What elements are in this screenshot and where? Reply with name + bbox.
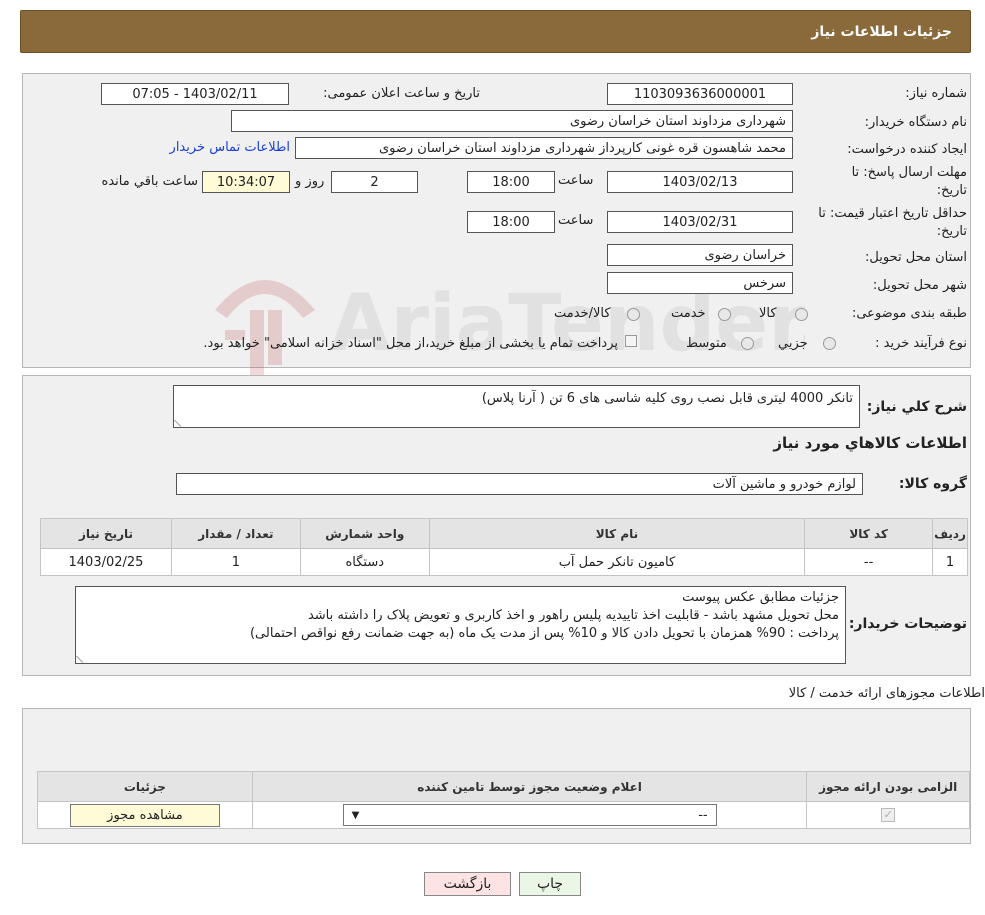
validity-date-field: 1403/02/31 <box>607 211 793 233</box>
validity-label-date: تاریخ: <box>936 224 967 239</box>
category-label: طبقه بندی موضوعی: <box>851 306 967 321</box>
cell-name: کامیون تانکر حمل آب <box>428 548 806 576</box>
buyer-notes-line-1: جزئیات مطابق عکس پیوست <box>682 590 839 605</box>
process-label: نوع فرآیند خرید : <box>875 336 967 351</box>
buyer-notes-line-2: محل تحویل مشهد باشد - قابلیت اخذ تاییدیه… <box>307 608 839 623</box>
permits-table-header: الزامی بودن ارائه مجوز اعلام وضعیت مجوز … <box>37 771 970 802</box>
resize-grip-icon <box>174 414 187 427</box>
col-permit-details: جزئیات <box>37 771 253 802</box>
chevron-down-icon: ▼ <box>351 809 360 821</box>
category-radio-goods[interactable] <box>795 308 808 321</box>
buyer-org-label: نام دستگاه خریدار: <box>864 115 967 130</box>
col-row: ردیف <box>932 518 968 549</box>
buyer-notes-label: توضیحات خریدار: <box>848 616 967 632</box>
col-name: نام کالا <box>428 518 806 549</box>
category-radio-goods-service[interactable] <box>627 308 640 321</box>
cell-permit-required: ✓ <box>806 801 970 829</box>
treasury-checkbox[interactable] <box>625 335 637 347</box>
cell-code: -- <box>804 548 934 576</box>
col-permit-status: اعلام وضعیت مجوز توسط تامین کننده <box>251 771 808 802</box>
summary-text: تانکر 4000 لیتری قابل نصب روی کلیه شاسی … <box>481 391 853 406</box>
process-note: پرداخت تمام یا بخشی از مبلغ خرید،از محل … <box>203 336 618 351</box>
category-option-goods: کالا <box>759 306 777 321</box>
goods-table: ردیف کد کالا نام کالا واحد شمارش تعداد /… <box>40 518 968 576</box>
col-code: کد کالا <box>804 518 934 549</box>
time-remaining-field: 10:34:07 <box>202 171 290 193</box>
permit-status-value: -- <box>698 807 708 823</box>
city-label: شهر محل تحویل: <box>872 278 967 293</box>
validity-time-field: 18:00 <box>467 211 555 233</box>
category-option-goods-service: کالا/خدمت <box>554 306 611 321</box>
announce-label: تاریخ و ساعت اعلان عمومی: <box>323 86 480 101</box>
permit-status-select[interactable]: -- ▼ <box>342 804 717 826</box>
goods-table-header: ردیف کد کالا نام کالا واحد شمارش تعداد /… <box>40 518 968 549</box>
cell-quantity: 1 <box>170 548 301 576</box>
buyer-contact-link[interactable]: اطلاعات تماس خریدار <box>155 140 290 155</box>
page-title: جزئیات اطلاعات نیاز <box>811 23 952 40</box>
permits-title: اطلاعات مجوزهای ارائه خدمت / کالا <box>788 686 985 701</box>
buyer-notes-textarea[interactable]: جزئیات مطابق عکس پیوست محل تحویل مشهد با… <box>75 586 846 664</box>
permit-required-checkbox[interactable]: ✓ <box>881 808 896 822</box>
permits-table: الزامی بودن ارائه مجوز اعلام وضعیت مجوز … <box>37 771 970 829</box>
deadline-time-field: 18:00 <box>467 171 555 193</box>
remaining-label: ساعت باقي مانده <box>101 174 198 189</box>
deadline-label-date: تاریخ: <box>936 183 967 198</box>
view-permit-button[interactable]: مشاهده مجوز <box>69 803 220 827</box>
cell-unit: دستگاه <box>299 548 430 576</box>
city-field: سرخس <box>607 272 793 294</box>
page-header: جزئیات اطلاعات نیاز <box>20 10 971 53</box>
col-permit-required: الزامی بودن ارائه مجوز <box>806 771 970 802</box>
category-radio-service[interactable] <box>718 308 731 321</box>
back-button[interactable]: بازگشت <box>424 872 511 896</box>
process-radio-medium[interactable] <box>741 337 754 350</box>
announce-field: 1403/02/11 - 07:05 <box>101 83 289 105</box>
need-number-label: شماره نیاز: <box>905 86 967 101</box>
cell-permit-status: -- ▼ <box>251 801 808 829</box>
process-radio-partial[interactable] <box>823 337 836 350</box>
validity-label: حداقل تاریخ اعتبار قیمت: تا <box>818 206 967 221</box>
goods-group-label: گروه کالا: <box>898 476 967 492</box>
cell-date: 1403/02/25 <box>40 548 172 576</box>
summary-textarea[interactable]: تانکر 4000 لیتری قابل نصب روی کلیه شاسی … <box>173 385 860 428</box>
process-option-partial: جزیي <box>778 336 808 351</box>
table-row: 1 -- کامیون تانکر حمل آب دستگاه 1 1403/0… <box>40 548 968 576</box>
validity-time-label: ساعت <box>558 213 594 228</box>
deadline-label: مهلت ارسال پاسخ: تا <box>851 165 967 180</box>
province-field: خراسان رضوی <box>607 244 793 266</box>
goods-info-title: اطلاعات کالاهاي مورد نیاز <box>773 434 967 452</box>
cell-row: 1 <box>932 548 968 576</box>
cell-permit-details: مشاهده مجوز <box>37 801 253 829</box>
creator-label: ایجاد کننده درخواست: <box>847 142 967 157</box>
days-remaining-field: 2 <box>331 171 418 193</box>
col-unit: واحد شمارش <box>299 518 430 549</box>
process-option-medium: متوسط <box>686 336 727 351</box>
deadline-time-label: ساعت <box>558 173 594 188</box>
creator-field: محمد شاهسون قره غونی کارپرداز شهرداری مز… <box>295 137 793 159</box>
deadline-date-field: 1403/02/13 <box>607 171 793 193</box>
col-date: تاریخ نیاز <box>40 518 172 549</box>
days-label: روز و <box>295 174 325 189</box>
buyer-notes-line-3: پرداخت : 90% همزمان با تحویل دادن کالا و… <box>249 626 839 641</box>
buyer-org-field: شهرداری مزداوند استان خراسان رضوی <box>231 110 793 132</box>
table-row: ✓ -- ▼ مشاهده مجوز <box>37 801 970 829</box>
print-button[interactable]: چاپ <box>519 872 581 896</box>
col-quantity: تعداد / مقدار <box>170 518 301 549</box>
need-number-field: 1103093636000001 <box>607 83 793 105</box>
resize-grip-icon <box>76 650 89 663</box>
summary-label: شرح کلي نیاز: <box>866 399 967 415</box>
province-label: استان محل تحویل: <box>865 250 967 265</box>
category-option-service: خدمت <box>671 306 706 321</box>
goods-group-field: لوازم خودرو و ماشین آلات <box>176 473 863 495</box>
